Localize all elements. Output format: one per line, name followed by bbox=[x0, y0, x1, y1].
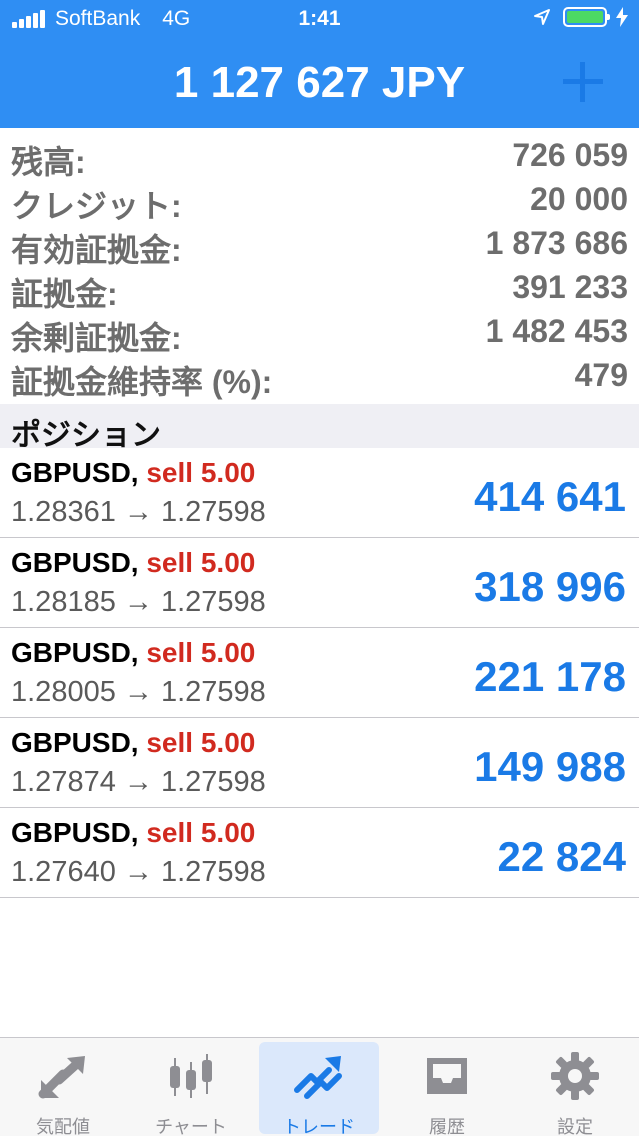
tab-label: トレード bbox=[283, 1117, 355, 1136]
candlestick-chart-icon bbox=[170, 1054, 212, 1098]
arrow-right-icon: → bbox=[123, 496, 153, 528]
current-price: 1.27598 bbox=[160, 676, 266, 708]
open-price: 1.27874 bbox=[11, 766, 116, 798]
add-order-button[interactable] bbox=[561, 60, 605, 104]
tab-quotes[interactable]: 気配値 bbox=[3, 1042, 123, 1136]
position-side: sell 5.00 bbox=[146, 727, 256, 758]
position-profit: 221 178 bbox=[474, 653, 626, 700]
position-row[interactable]: GBPUSD, sell 5.00 1.28361 → 1.27598 414 … bbox=[0, 448, 639, 538]
arrow-right-icon: → bbox=[123, 586, 153, 618]
positions-list: GBPUSD, sell 5.00 1.28361 → 1.27598 414 … bbox=[0, 448, 639, 898]
position-profit: 414 641 bbox=[474, 473, 626, 520]
current-price: 1.27598 bbox=[160, 586, 266, 618]
settings-gear-icon bbox=[551, 1052, 599, 1100]
summary-value: 726 059 bbox=[512, 137, 628, 173]
open-price: 1.28005 bbox=[11, 676, 116, 708]
position-prices: 1.28361 → 1.27598 bbox=[11, 496, 266, 529]
current-price: 1.27598 bbox=[160, 496, 266, 528]
position-prices: 1.28185 → 1.27598 bbox=[11, 586, 266, 619]
account-summary: 残高: 726 059 クレジット: 20 000 有効証拠金: 1 873 6… bbox=[0, 132, 639, 400]
arrow-right-icon: → bbox=[123, 856, 153, 888]
equity-title: 1 127 627 JPY bbox=[173, 58, 466, 107]
summary-value: 1 482 453 bbox=[485, 313, 628, 349]
summary-row-free-margin: 余剰証拠金: 1 482 453 bbox=[0, 308, 639, 356]
tab-settings[interactable]: 設定 bbox=[515, 1042, 635, 1136]
summary-value: 391 233 bbox=[512, 269, 628, 305]
open-price: 1.27640 bbox=[11, 856, 116, 888]
position-side: sell 5.00 bbox=[146, 637, 256, 668]
position-row[interactable]: GBPUSD, sell 5.00 1.28185 → 1.27598 318 … bbox=[0, 538, 639, 628]
symbol-text: GBPUSD, bbox=[11, 637, 139, 668]
tab-history[interactable]: 履歴 bbox=[387, 1042, 507, 1136]
current-price: 1.27598 bbox=[160, 856, 266, 888]
status-right bbox=[533, 7, 629, 27]
symbol-text: GBPUSD, bbox=[11, 817, 139, 848]
current-price: 1.27598 bbox=[160, 766, 266, 798]
summary-value: 1 873 686 bbox=[485, 225, 628, 261]
open-price: 1.28361 bbox=[11, 496, 116, 528]
position-prices: 1.27640 → 1.27598 bbox=[11, 856, 266, 889]
trade-screen: SoftBank 4G 1:41 1 127 627 JPY 残高: 726 0… bbox=[0, 0, 639, 1136]
symbol-text: GBPUSD, bbox=[11, 457, 139, 488]
position-symbol: GBPUSD, sell 5.00 bbox=[11, 817, 255, 849]
position-side: sell 5.00 bbox=[146, 817, 256, 848]
position-prices: 1.28005 → 1.27598 bbox=[11, 676, 266, 709]
battery-icon bbox=[563, 7, 610, 27]
summary-row-balance: 残高: 726 059 bbox=[0, 132, 639, 180]
history-inbox-icon bbox=[427, 1058, 467, 1094]
summary-row-margin: 証拠金: 391 233 bbox=[0, 264, 639, 312]
arrow-right-icon: → bbox=[123, 766, 153, 798]
position-side: sell 5.00 bbox=[146, 547, 256, 578]
position-symbol: GBPUSD, sell 5.00 bbox=[11, 547, 255, 579]
tab-chart[interactable]: チャート bbox=[131, 1042, 251, 1136]
symbol-text: GBPUSD, bbox=[11, 727, 139, 758]
trade-trend-icon bbox=[294, 1056, 342, 1099]
tab-label: 設定 bbox=[557, 1117, 593, 1136]
tab-trade[interactable]: トレード bbox=[259, 1042, 379, 1136]
tab-label: チャート bbox=[155, 1117, 227, 1136]
position-row[interactable]: GBPUSD, sell 5.00 1.27874 → 1.27598 149 … bbox=[0, 718, 639, 808]
summary-value: 20 000 bbox=[530, 181, 628, 217]
positions-section-header: ポジション bbox=[0, 404, 639, 452]
open-price: 1.28185 bbox=[11, 586, 116, 618]
position-symbol: GBPUSD, sell 5.00 bbox=[11, 727, 255, 759]
quotes-arrows-icon bbox=[38, 1056, 85, 1099]
location-arrow-icon bbox=[534, 9, 550, 25]
arrow-right-icon: → bbox=[123, 676, 153, 708]
position-row[interactable]: GBPUSD, sell 5.00 1.28005 → 1.27598 221 … bbox=[0, 628, 639, 718]
position-side: sell 5.00 bbox=[146, 457, 256, 488]
summary-value: 479 bbox=[574, 357, 628, 393]
top-bar: SoftBank 4G 1:41 1 127 627 JPY bbox=[0, 0, 639, 128]
tab-label: 履歴 bbox=[429, 1117, 465, 1136]
summary-row-margin-level: 証拠金維持率 (%): 479 bbox=[0, 352, 639, 400]
position-profit: 22 824 bbox=[497, 833, 626, 880]
position-symbol: GBPUSD, sell 5.00 bbox=[11, 457, 255, 489]
status-bar: SoftBank 4G 1:41 bbox=[0, 0, 639, 40]
summary-label: 証拠金維持率 (%): bbox=[11, 364, 273, 400]
charging-bolt-icon bbox=[616, 7, 628, 27]
summary-row-equity: 有効証拠金: 1 873 686 bbox=[0, 220, 639, 268]
summary-row-credit: クレジット: 20 000 bbox=[0, 176, 639, 224]
position-profit: 149 988 bbox=[474, 743, 626, 790]
position-prices: 1.27874 → 1.27598 bbox=[11, 766, 266, 799]
position-profit: 318 996 bbox=[474, 563, 626, 610]
position-row[interactable]: GBPUSD, sell 5.00 1.27640 → 1.27598 22 8… bbox=[0, 808, 639, 898]
tab-bar: 気配値 チャート トレード 履歴 設定 bbox=[0, 1037, 639, 1136]
tab-label: 気配値 bbox=[36, 1117, 90, 1136]
symbol-text: GBPUSD, bbox=[11, 547, 139, 578]
position-symbol: GBPUSD, sell 5.00 bbox=[11, 637, 255, 669]
